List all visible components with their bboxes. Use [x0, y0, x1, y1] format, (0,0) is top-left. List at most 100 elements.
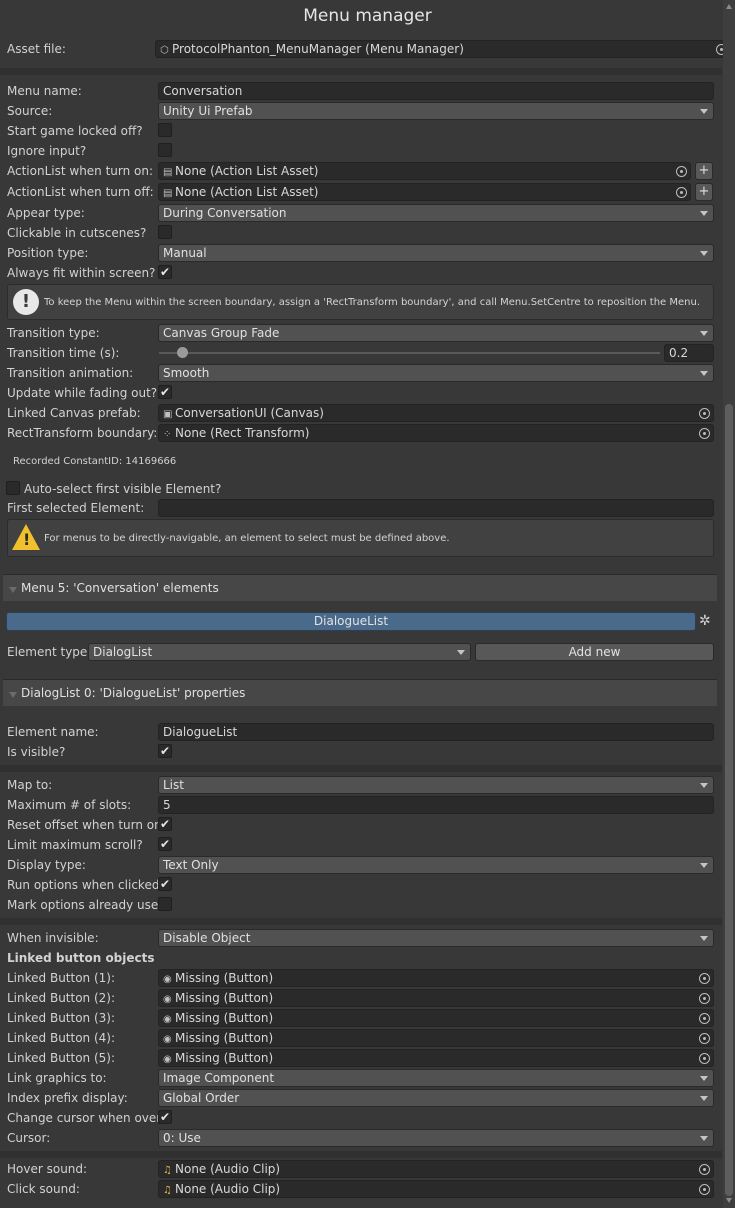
menu-name-field[interactable]: Conversation — [158, 82, 714, 100]
al-on-label: ActionList when turn on: — [7, 164, 154, 178]
button-icon: ◉ — [163, 1014, 172, 1025]
cursor-dropdown[interactable]: 0: Use — [158, 1129, 714, 1147]
map-dropdown[interactable]: List — [158, 776, 714, 794]
display-label: Display type: — [7, 858, 86, 872]
scrollbar-thumb[interactable] — [725, 404, 733, 1196]
linked-button-field[interactable]: ◉ Missing (Button) — [158, 989, 714, 1007]
source-dropdown[interactable]: Unity Ui Prefab — [158, 102, 714, 120]
ignore-input-checkbox[interactable] — [158, 143, 172, 157]
al-on-add-button[interactable]: + — [695, 162, 713, 180]
object-picker-icon[interactable] — [699, 1164, 710, 1175]
limit-label: Limit maximum scroll? — [7, 838, 143, 852]
auto-select-checkbox[interactable] — [6, 481, 20, 495]
audio-clip-icon: ♫ — [163, 1185, 172, 1196]
anim-row: Transition animation: Smooth — [0, 364, 722, 382]
position-dropdown[interactable]: Manual — [158, 244, 714, 262]
update-fade-checkbox[interactable]: ✔ — [158, 385, 172, 399]
prefix-dropdown[interactable]: Global Order — [158, 1089, 714, 1107]
chevron-down-icon — [700, 1096, 708, 1101]
object-picker-icon[interactable] — [699, 993, 710, 1004]
section-separator — [0, 765, 722, 772]
object-picker-icon[interactable] — [699, 973, 710, 984]
linked-button-field[interactable]: ◉ Missing (Button) — [158, 1009, 714, 1027]
time-slider-handle[interactable] — [177, 347, 188, 358]
gear-icon[interactable]: ✲ — [699, 614, 711, 628]
canvas-field[interactable]: ▣ ConversationUI (Canvas) — [158, 404, 714, 422]
reset-checkbox[interactable]: ✔ — [158, 817, 172, 831]
al-off-field[interactable]: ▤ None (Action List Asset) — [158, 183, 691, 201]
fit-checkbox[interactable]: ✔ — [158, 265, 172, 279]
hover-sound-row: Hover sound: ♫ None (Audio Clip) — [0, 1160, 722, 1178]
object-picker-icon[interactable] — [699, 428, 710, 439]
asset-file-row: Asset file: ⬡ ProtocolPhanton_MenuManager… — [0, 40, 731, 58]
graphics-dropdown[interactable]: Image Component — [158, 1069, 714, 1087]
rect-field[interactable]: ⁘ None (Rect Transform) — [158, 424, 714, 442]
first-selected-field[interactable] — [158, 499, 714, 517]
scroll-up-icon[interactable] — [726, 4, 732, 9]
prefix-value: Global Order — [163, 1091, 240, 1105]
vertical-scrollbar[interactable] — [723, 0, 735, 1208]
linked-button-field[interactable]: ◉ Missing (Button) — [158, 1029, 714, 1047]
scroll-down-icon[interactable] — [726, 1198, 732, 1203]
max-slots-field[interactable]: 5 — [158, 796, 714, 814]
object-picker-icon[interactable] — [676, 166, 687, 177]
foldout-arrow-icon — [9, 692, 17, 698]
element-type-dropdown[interactable]: DialogList — [88, 643, 471, 661]
display-dropdown[interactable]: Text Only — [158, 856, 714, 874]
visible-checkbox[interactable]: ✔ — [158, 744, 172, 758]
object-picker-icon[interactable] — [676, 187, 687, 198]
linked-button-field[interactable]: ◉ Missing (Button) — [158, 969, 714, 987]
object-picker-icon[interactable] — [699, 1033, 710, 1044]
object-picker-icon[interactable] — [699, 1013, 710, 1024]
properties-header[interactable]: DialogList 0: 'DialogueList' properties — [3, 679, 717, 706]
run-checkbox[interactable]: ✔ — [158, 877, 172, 891]
linked-button-field[interactable]: ◉ Missing (Button) — [158, 1049, 714, 1067]
object-picker-icon[interactable] — [699, 1184, 710, 1195]
al-off-add-button[interactable]: + — [695, 183, 713, 201]
start-locked-checkbox[interactable] — [158, 123, 172, 137]
element-item-dialoguelist[interactable]: DialogueList — [6, 612, 696, 631]
window-title: Menu manager — [303, 6, 432, 26]
info-text: To keep the Menu within the screen bound… — [44, 297, 701, 308]
hover-sound-field[interactable]: ♫ None (Audio Clip) — [158, 1160, 714, 1178]
asset-file-field[interactable]: ⬡ ProtocolPhanton_MenuManager (Menu Manag… — [155, 40, 731, 58]
invisible-dropdown[interactable]: Disable Object — [158, 929, 714, 947]
element-name-field[interactable]: DialogueList — [158, 723, 714, 741]
linked-button-label: Linked Button (4): — [7, 1031, 116, 1045]
al-on-field[interactable]: ▤ None (Action List Asset) — [158, 162, 691, 180]
invisible-value: Disable Object — [163, 931, 251, 945]
menu-name-row: Menu name: Conversation — [0, 82, 722, 100]
chevron-down-icon — [700, 371, 708, 376]
limit-checkbox[interactable]: ✔ — [158, 837, 172, 851]
time-row: Transition time (s): 0.2 — [0, 344, 722, 362]
anim-dropdown[interactable]: Smooth — [158, 364, 714, 382]
elements-header[interactable]: Menu 5: 'Conversation' elements — [3, 574, 717, 601]
constant-id: Recorded ConstantID: 14169666 — [13, 456, 177, 467]
linked-button-row: Linked Button (3): ◉ Missing (Button) — [0, 1009, 722, 1027]
chevron-down-icon — [700, 251, 708, 256]
time-slider-track[interactable] — [159, 352, 660, 354]
audio-clip-icon: ♫ — [163, 1165, 172, 1176]
click-sound-field[interactable]: ♫ None (Audio Clip) — [158, 1180, 714, 1198]
linked-button-label: Linked Button (5): — [7, 1051, 116, 1065]
clickable-checkbox[interactable] — [158, 225, 172, 239]
click-sound-row: Click sound: ♫ None (Audio Clip) — [0, 1180, 722, 1198]
transition-dropdown[interactable]: Canvas Group Fade — [158, 324, 714, 342]
mark-label: Mark options already used — [7, 898, 166, 912]
appear-dropdown[interactable]: During Conversation — [158, 204, 714, 222]
graphics-value: Image Component — [163, 1071, 275, 1085]
max-slots-label: Maximum # of slots: — [7, 798, 132, 812]
time-label: Transition time (s): — [7, 346, 120, 360]
add-new-button[interactable]: Add new — [475, 643, 714, 661]
appear-label: Appear type: — [7, 206, 85, 220]
cursor-over-checkbox[interactable]: ✔ — [158, 1110, 172, 1124]
time-field[interactable]: 0.2 — [664, 344, 714, 362]
hover-sound-label: Hover sound: — [7, 1162, 88, 1176]
cursor-value: 0: Use — [163, 1131, 201, 1145]
source-row: Source: Unity Ui Prefab — [0, 102, 722, 120]
object-picker-icon[interactable] — [699, 408, 710, 419]
anim-value: Smooth — [163, 366, 210, 380]
ignore-input-label: Ignore input? — [7, 144, 87, 158]
object-picker-icon[interactable] — [699, 1053, 710, 1064]
mark-checkbox[interactable] — [158, 897, 172, 911]
